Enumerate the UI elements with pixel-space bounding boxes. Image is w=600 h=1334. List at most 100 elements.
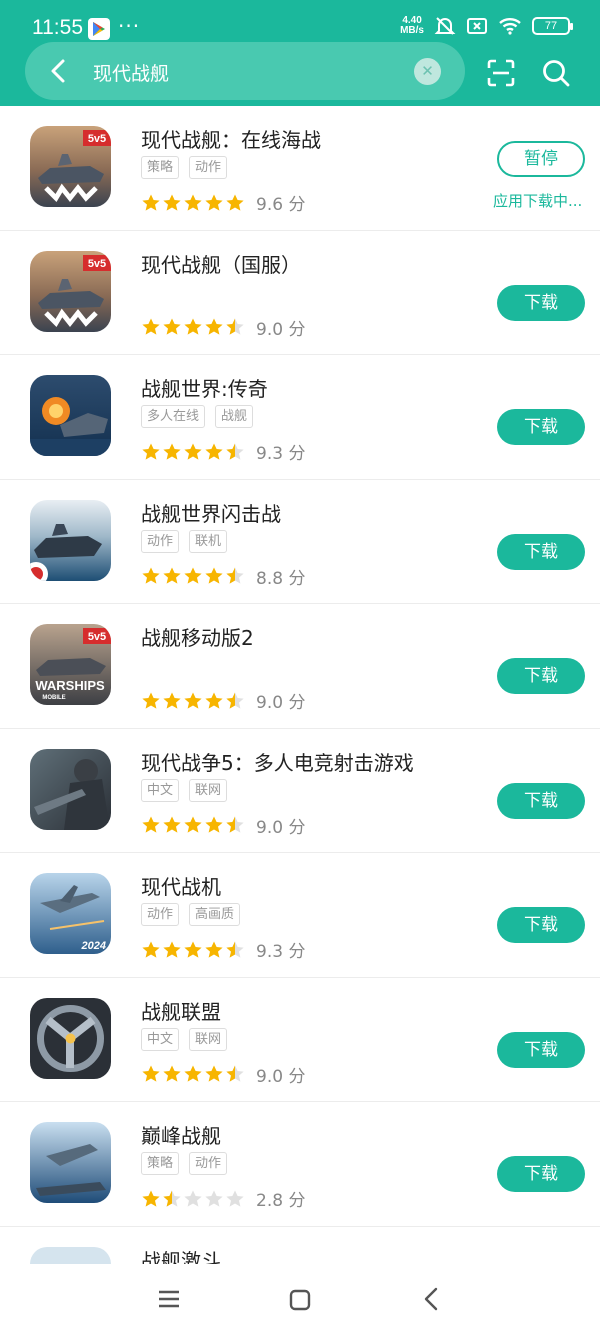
svg-text:5v5: 5v5 — [88, 631, 106, 643]
download-button[interactable]: 下载 — [497, 782, 585, 819]
star-icon — [205, 692, 223, 709]
app-title[interactable]: 战舰世界闪击战 — [141, 498, 281, 527]
app-result-list: 5v5 现代战舰：在线海战 策略 动作 9.6 分暂停 应用下载中... 5v5 现代战… — [0, 106, 600, 1264]
search-bar[interactable]: 现代战舰 ✕ — [25, 42, 465, 100]
star-icon — [226, 1065, 244, 1082]
download-button[interactable]: 下载 — [497, 409, 585, 445]
app-icon[interactable] — [30, 997, 111, 1079]
star-icon — [205, 816, 223, 833]
scan-icon[interactable] — [486, 58, 516, 88]
star-icon — [142, 1065, 160, 1082]
app-icon[interactable]: 5v5 — [30, 126, 111, 207]
download-button[interactable]: 下载 — [497, 907, 585, 943]
app-icon[interactable]: 5v5 — [30, 250, 111, 332]
app-row[interactable]: WARSHIPS MOBILE 5v5 战舰移动版2 9.0 分 下载 — [0, 604, 600, 729]
menu-icon[interactable] — [158, 1289, 180, 1309]
star-icon — [163, 1190, 181, 1207]
star-icon — [184, 318, 202, 335]
search-input[interactable]: 现代战舰 — [93, 59, 169, 86]
download-button[interactable]: 下载 — [497, 1156, 585, 1192]
app-row[interactable]: 战舰世界闪击战 动作 联机 8.8 分 下载 — [0, 480, 600, 604]
star-icon — [142, 816, 160, 833]
app-icon[interactable]: WARSHIPS MOBILE 5v5 — [30, 624, 111, 705]
tag-chip: 联网 — [189, 778, 228, 802]
rating-score: 9.0 分 — [256, 693, 306, 713]
star-icon — [184, 692, 202, 709]
rating-score: 9.0 分 — [256, 817, 306, 838]
header: 11:55 ··· 4.40 MB/s 77 现代战舰 ✕ — [0, 0, 600, 106]
svg-text:WARSHIPS: WARSHIPS — [35, 678, 105, 693]
app-tags: 策略 动作 — [141, 156, 228, 179]
app-row[interactable]: 5v5 现代战舰（国服） 9.0 分 下载 — [0, 231, 600, 355]
star-icon — [226, 567, 244, 584]
download-button[interactable]: 下载 — [497, 533, 585, 570]
app-row[interactable]: 2024 现代战机 动作 高画质 9.3 分 下载 — [0, 853, 600, 978]
svg-text:5v5: 5v5 — [88, 133, 106, 145]
rating-score: 9.3 分 — [256, 942, 306, 962]
app-icon[interactable]: 2024 — [30, 873, 111, 954]
app-row[interactable]: 现代战争5：多人电竞射击游戏 中文 联网 9.0 分 下载 — [0, 729, 600, 853]
app-row[interactable]: 战舰联盟 中文 联网 9.0 分 下载 — [0, 978, 600, 1102]
star-icon — [142, 318, 160, 335]
star-icon — [205, 941, 223, 958]
app-icon[interactable] — [30, 748, 111, 830]
download-button[interactable]: 下载 — [497, 1031, 585, 1068]
app-title[interactable]: 现代战机 — [141, 871, 221, 900]
tag-chip: 高画质 — [189, 903, 241, 926]
tag-chip: 联机 — [189, 529, 228, 553]
star-icon — [184, 1190, 202, 1207]
app-title[interactable]: 战舰世界:传奇 — [141, 373, 268, 402]
app-row[interactable]: 巅峰战舰 策略 动作 2.8 分 下载 — [0, 1102, 600, 1227]
wifi-icon — [499, 18, 521, 35]
app-title[interactable]: 现代战舰（国服） — [141, 249, 301, 278]
app-title[interactable]: 战舰联盟 — [141, 996, 221, 1025]
app-row[interactable]: 战舰激斗 — [0, 1227, 600, 1265]
back-arrow-icon[interactable] — [45, 57, 73, 85]
star-icon — [142, 692, 160, 709]
star-icon — [226, 318, 244, 335]
app-title[interactable]: 巅峰战舰 — [141, 1120, 221, 1149]
tag-chip: 多人在线 — [141, 405, 206, 428]
app-row[interactable]: 5v5 现代战舰：在线海战 策略 动作 9.6 分 暂停 应用下载中... — [0, 106, 600, 231]
pause-button[interactable]: 暂停 — [497, 141, 585, 177]
tag-chip: 动作 — [189, 156, 228, 179]
app-icon[interactable] — [30, 375, 111, 456]
battery-indicator: 77 — [532, 17, 573, 35]
star-icon — [184, 1065, 202, 1082]
star-icon — [226, 443, 244, 460]
star-icon — [226, 941, 244, 958]
nav-back-icon[interactable] — [422, 1287, 440, 1311]
star-icon — [226, 816, 244, 833]
rating-score: 9.0 分 — [256, 1066, 306, 1087]
rating-score: 8.8 分 — [256, 568, 306, 589]
app-row[interactable]: 战舰世界:传奇多人在线 战舰 9.3 分 下载 — [0, 355, 600, 480]
rating-score: 9.3 分 — [256, 444, 306, 464]
tag-chip: 策略 — [141, 1152, 180, 1175]
svg-text:5v5: 5v5 — [88, 258, 106, 270]
rating-score: 9.0 分 — [256, 319, 306, 340]
star-icon — [226, 692, 244, 709]
star-rating: 9.0 分 — [141, 1062, 305, 1087]
download-button[interactable]: 下载 — [497, 284, 585, 321]
clock: 11:55 — [32, 16, 83, 39]
star-rating: 2.8 分 — [141, 1186, 305, 1211]
star-icon — [184, 443, 202, 460]
app-title[interactable]: 战舰激斗 — [141, 1245, 221, 1265]
home-icon[interactable] — [289, 1289, 311, 1311]
app-tags: 多人在线 战舰 — [141, 405, 254, 428]
tag-chip: 中文 — [141, 778, 180, 802]
app-title[interactable]: 战舰移动版2 — [141, 622, 254, 651]
star-icon — [142, 1190, 160, 1207]
app-icon[interactable] — [30, 1246, 111, 1264]
star-icon — [163, 443, 181, 460]
clear-search-button[interactable]: ✕ — [414, 58, 441, 85]
app-icon[interactable] — [30, 499, 111, 581]
app-icon[interactable] — [30, 1122, 111, 1203]
search-icon[interactable] — [541, 58, 571, 88]
app-title[interactable]: 现代战争5：多人电竞射击游戏 — [141, 747, 414, 776]
star-icon — [184, 567, 202, 584]
download-status: 应用下载中... — [493, 192, 583, 210]
star-icon — [184, 816, 202, 833]
download-button[interactable]: 下载 — [497, 658, 585, 694]
app-title[interactable]: 现代战舰：在线海战 — [141, 124, 321, 153]
